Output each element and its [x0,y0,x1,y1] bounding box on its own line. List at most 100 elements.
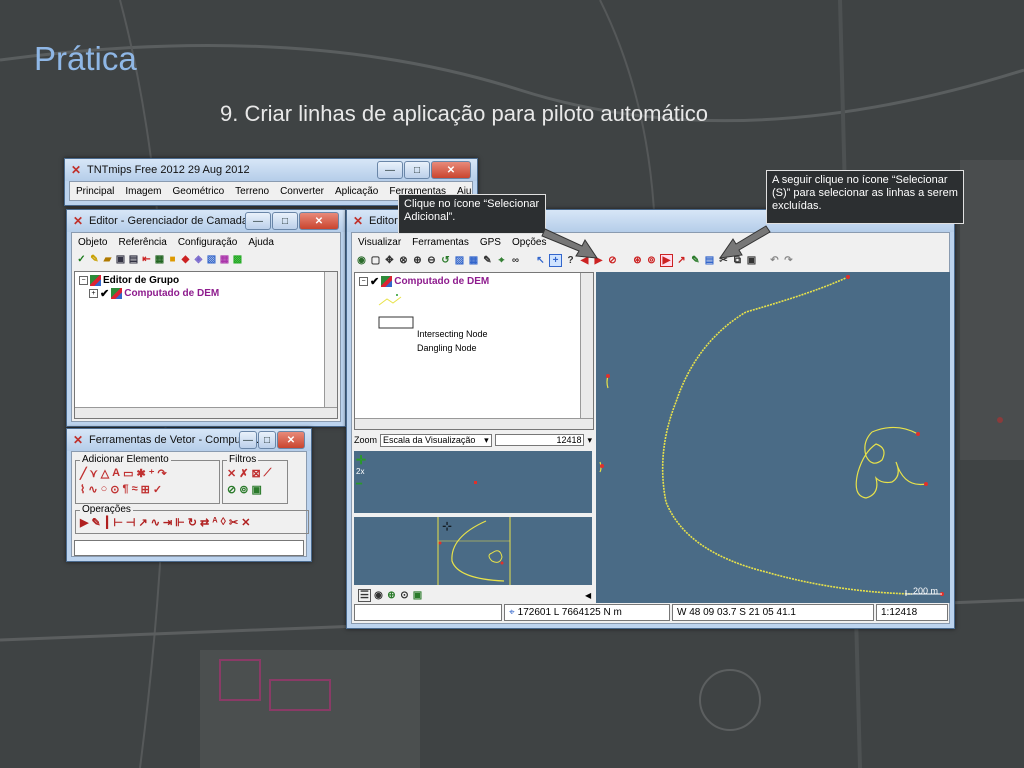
close-button[interactable]: ✕ [431,161,471,179]
editor-layer-row[interactable]: − ✔ Computado de DEM [359,275,589,288]
brush-icon[interactable]: ✎ [690,255,701,266]
collapse-toggle[interactable]: − [359,277,368,286]
add-node-icon[interactable]: ✱ [137,467,146,480]
delete-tool-icon[interactable]: ✕ [241,516,250,529]
select-tool-icon[interactable]: ▶ [80,516,88,529]
pan-icon[interactable]: ✥ [384,255,395,266]
overview-map-bottom[interactable]: ⊹ [354,517,592,585]
minimize-button[interactable]: — [239,431,257,449]
maximize-button[interactable]: □ [272,212,298,230]
filter-dangle-icon[interactable]: ⟋ [264,467,272,480]
horizontal-scrollbar[interactable] [75,407,337,418]
select-additional-icon[interactable]: ↖ [535,255,546,266]
add-layer-icon[interactable]: ✓ [76,254,87,265]
overview-map-top[interactable]: ✛ 2x ━ [354,451,592,513]
rotate-tool-icon[interactable]: ↻ [188,516,197,529]
join-tool-icon[interactable]: ⊣ [126,516,136,529]
scissors-icon[interactable]: ✂ [718,255,729,266]
main-map-view[interactable]: 200 m [596,272,950,603]
split-tool-icon[interactable]: ┃ [104,516,111,529]
add-text-icon[interactable]: A [112,467,120,480]
measure-icon[interactable]: ✎ [482,255,493,266]
filter-split-icon[interactable]: ✗ [239,467,248,480]
overview-target-icon[interactable]: ◉ [373,590,384,601]
overview-list-icon[interactable]: ☰ [358,589,371,602]
visible-checkmark-icon[interactable]: ✔ [100,287,109,300]
filter-merge-icon[interactable]: ⊠ [251,467,260,480]
no-selection-icon[interactable]: ⊘ [607,255,618,266]
layer-icon[interactable]: ▤ [704,255,715,266]
menu-aplicacao[interactable]: Aplicação [335,186,378,197]
add-curve-icon[interactable]: ∿ [88,483,97,496]
forward-icon[interactable]: ▶ [593,255,604,266]
filter-remove-icon[interactable]: ✕ [227,467,236,480]
copy-icon[interactable]: ⧉ [732,255,743,266]
menu-imagem[interactable]: Imagem [125,186,161,197]
select-box-icon[interactable]: + [549,254,562,267]
measure-tool-icon[interactable]: ◊ [221,516,226,529]
menu-objeto[interactable]: Objeto [78,237,107,248]
menu-gps[interactable]: GPS [480,237,501,248]
select-s-icon[interactable]: ▶ [660,254,673,267]
binoculars-icon[interactable]: ∞ [510,255,521,266]
legend-horizontal-scrollbar[interactable] [355,418,593,429]
query-icon[interactable]: ? [565,255,576,266]
break-tool-icon[interactable]: ⊩ [175,516,185,529]
add-label-icon[interactable]: ¶ [122,483,128,496]
vector-icon[interactable]: ◈ [193,254,204,265]
redraw-icon[interactable]: ◉ [356,255,367,266]
collapse-toggle[interactable]: − [79,276,88,285]
extend-tool-icon[interactable]: ⊢ [113,516,123,529]
menu-terreno[interactable]: Terreno [235,186,269,197]
zoom-out-icon[interactable]: ⊖ [426,255,437,266]
find-icon[interactable]: ⊚ [646,255,657,266]
maximize-button[interactable]: □ [258,431,276,449]
brush-tool-icon[interactable]: ✎ [91,516,100,529]
scissors-tool-icon[interactable]: ✂ [229,516,238,529]
minimize-button[interactable]: — [245,212,271,230]
filter-smooth-icon[interactable]: ⊚ [239,483,248,496]
menu-configuracao[interactable]: Configuração [178,237,237,248]
zoom-box-icon[interactable]: ⊗ [398,255,409,266]
stop-icon[interactable]: ⊛ [632,255,643,266]
layer-extent-icon[interactable]: ▦ [468,255,479,266]
tree-row-layer[interactable]: + ✔ Computado de DEM [79,287,333,300]
maximize-button[interactable]: □ [404,161,430,179]
add-vertex-icon[interactable]: ✓ [153,483,162,496]
vertical-scrollbar[interactable] [324,272,337,418]
add-arc-icon[interactable]: ↷ [158,467,167,480]
zoom-previous-icon[interactable]: ↺ [440,255,451,266]
filter-thin-icon[interactable]: ⊘ [227,483,236,496]
zoom-value-combo[interactable]: 12418 [494,434,585,446]
reshape-tool-icon[interactable]: ∿ [151,516,160,529]
close-button[interactable]: ✕ [299,212,339,230]
full-view-icon[interactable]: ▢ [370,255,381,266]
snap-tool-icon[interactable]: ⇥ [163,516,172,529]
add-polygon-icon[interactable]: △ [101,467,109,480]
layer-controls-icon[interactable]: ▦ [154,254,165,265]
scroll-left-icon[interactable]: ◀ [585,591,591,600]
add-polyline-icon[interactable]: ⋎ [90,467,98,480]
flip-tool-icon[interactable]: ⇄ [200,516,209,529]
remove-layer-icon[interactable]: ⇤ [141,254,152,265]
cad-icon[interactable]: ▧ [206,254,217,265]
region-icon[interactable]: ▩ [232,254,243,265]
label-tool-icon[interactable]: ᴬ [212,516,217,529]
menu-opcoes[interactable]: Opções [512,237,546,248]
menu-ajuda[interactable]: Ajuda [248,237,274,248]
add-line-icon[interactable]: ╱ [80,467,87,480]
menu-visualizar[interactable]: Visualizar [358,237,401,248]
back-icon[interactable]: ◀ [579,255,590,266]
close-button[interactable]: ✕ [277,431,305,449]
menu-converter[interactable]: Converter [280,186,324,197]
filter-clean-icon[interactable]: ▣ [251,483,261,496]
edit-layer-icon[interactable]: ✎ [89,254,100,265]
undo-icon[interactable]: ↶ [769,255,780,266]
visible-checkmark-icon[interactable]: ✔ [370,275,379,288]
highlight-icon[interactable]: ■ [167,254,178,265]
menu-referencia[interactable]: Referência [118,237,166,248]
add-circle-icon[interactable]: ○ [101,483,108,496]
raster-icon[interactable]: ◆ [180,254,191,265]
open-folder-icon[interactable]: ▰ [102,254,113,265]
grid-icon[interactable]: ▦ [219,254,230,265]
